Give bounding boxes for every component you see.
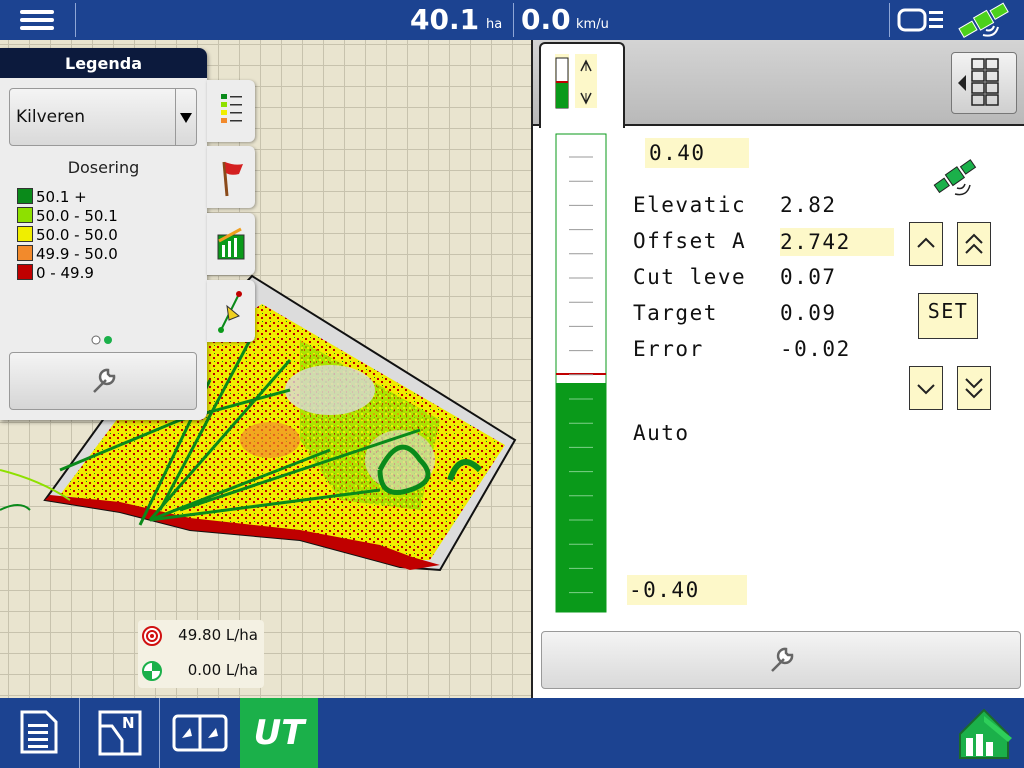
error-value: -0.02 — [780, 337, 851, 361]
raise-button[interactable] — [909, 222, 943, 266]
cut-level-value: 0.07 — [780, 265, 837, 289]
grade-control-tab[interactable] — [539, 42, 625, 128]
offset-value[interactable]: 2.742 — [780, 228, 894, 256]
panel-header — [533, 40, 1024, 128]
legend-list-icon — [221, 94, 242, 123]
split-view-button[interactable] — [160, 698, 238, 768]
gps-satellite-icon[interactable] — [956, 2, 1014, 40]
mode-label: Auto — [633, 421, 690, 445]
target-rate-icon — [142, 626, 162, 646]
field-map-icon: N — [98, 710, 142, 756]
document-icon — [20, 710, 58, 754]
cut-level-label: Cut leve — [633, 265, 747, 289]
chevron-down-icon — [917, 384, 935, 395]
actual-rate-value: 0.00 L/ha — [187, 661, 258, 679]
lower-fast-button[interactable] — [957, 366, 991, 410]
target-value: 0.09 — [780, 301, 837, 325]
lower-button[interactable] — [909, 366, 943, 410]
chart-tab[interactable] — [207, 213, 255, 275]
grade-bar-fill — [556, 383, 606, 612]
divider — [513, 3, 514, 37]
raise-fast-button[interactable] — [957, 222, 991, 266]
home-button[interactable] — [946, 698, 1024, 768]
legend-swatch — [17, 207, 33, 223]
divider — [75, 3, 76, 37]
set-button[interactable]: SET — [918, 293, 978, 339]
dropdown-arrow-icon[interactable] — [175, 89, 196, 145]
home-icon — [959, 708, 1012, 759]
double-chevron-down-icon — [965, 378, 983, 399]
layer-select[interactable]: Kilveren — [9, 88, 197, 146]
legend-item: 49.9 - 50.0 — [17, 245, 118, 263]
offset-label: Offset A — [633, 229, 747, 253]
grade-settings-button[interactable] — [541, 631, 1021, 689]
bottom-bar: N UT — [0, 698, 1024, 768]
rate-readout: 49.80 L/ha 0.00 L/ha — [138, 620, 264, 688]
grade-control-panel: 0.40 -0.40 Elevatic 2.82 Offset A 2.742 … — [531, 40, 1024, 698]
svg-text:N: N — [122, 714, 135, 732]
guidance-tab[interactable] — [207, 280, 255, 342]
legend-swatch — [17, 226, 33, 242]
module-grid-button[interactable] — [951, 52, 1017, 114]
speed-value: 0.0 — [521, 3, 571, 36]
documents-button[interactable] — [0, 698, 78, 768]
elevation-value: 2.82 — [780, 193, 837, 217]
elevation-label: Elevatic — [633, 193, 747, 217]
divider — [889, 3, 890, 37]
legend-subtitle: Dosering — [67, 158, 140, 177]
legend-item: 50.0 - 50.0 — [17, 226, 118, 244]
flag-tab[interactable] — [207, 146, 255, 208]
grid-icon — [958, 58, 999, 106]
split-screen-icon — [172, 714, 228, 752]
wrench-icon — [93, 368, 116, 393]
chevron-up-icon — [917, 237, 935, 248]
double-chevron-up-icon — [965, 233, 983, 254]
legend-item-label: 49.9 - 50.0 — [36, 245, 118, 263]
area-unit: ha — [486, 17, 503, 32]
map-view-button[interactable]: N — [80, 698, 158, 768]
legend-title: Legenda — [0, 48, 207, 78]
menu-icon[interactable] — [8, 4, 68, 36]
legend-item-label: 50.0 - 50.0 — [36, 226, 118, 244]
legend-item-label: 50.1 + — [36, 188, 87, 206]
layer-select-value: Kilveren — [16, 107, 85, 127]
legend-swatch — [17, 264, 33, 280]
ut-label: UT — [253, 713, 305, 753]
page-indicator[interactable] — [90, 334, 116, 346]
error-label: Error — [633, 337, 704, 361]
speed-unit: km/u — [576, 17, 609, 32]
satellite-icon — [933, 159, 977, 196]
bar-top-value: 0.40 — [645, 138, 749, 168]
legend-list-tab[interactable] — [207, 80, 255, 142]
wrench-icon — [771, 647, 794, 672]
legend-item-label: 50.0 - 50.1 — [36, 207, 118, 225]
grade-bar — [555, 133, 607, 613]
legend-item-label: 0 - 49.9 — [36, 264, 94, 282]
legend-settings-button[interactable] — [9, 352, 197, 410]
legend-item: 50.0 - 50.1 — [17, 207, 118, 225]
target-rate-value: 49.80 L/ha — [178, 626, 258, 644]
implement-icon[interactable] — [897, 7, 947, 33]
legend-swatch — [17, 245, 33, 261]
legend-panel: Legenda Kilveren Dosering 50.1 + 50.0 - … — [0, 48, 207, 420]
guidance-icon — [218, 291, 242, 333]
grade-tab-icon — [555, 54, 597, 109]
actual-rate-icon — [142, 661, 162, 681]
legend-item: 0 - 49.9 — [17, 264, 94, 282]
target-label: Target — [633, 301, 718, 325]
chart-icon — [217, 227, 245, 260]
bar-bottom-value: -0.40 — [627, 575, 747, 605]
top-bar: 40.1 ha 0.0 km/u — [0, 0, 1024, 40]
flag-icon — [222, 161, 243, 197]
legend-swatch — [17, 188, 33, 204]
ut-button[interactable]: UT — [240, 698, 318, 768]
area-value: 40.1 — [410, 3, 480, 36]
legend-item: 50.1 + — [17, 188, 87, 206]
